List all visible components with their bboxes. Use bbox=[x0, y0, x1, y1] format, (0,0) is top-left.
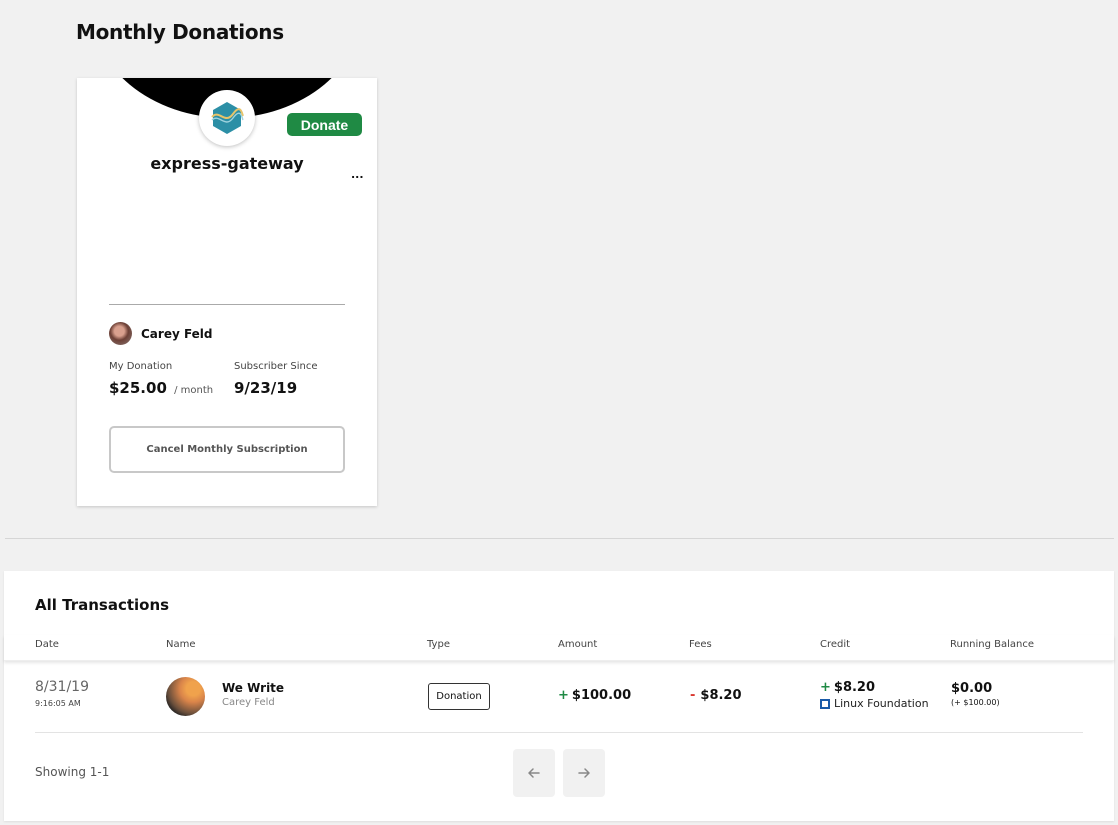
linux-foundation-icon bbox=[820, 698, 830, 709]
amount-value: $100.00 bbox=[571, 688, 632, 703]
column-header-name[interactable]: Name bbox=[166, 639, 196, 650]
column-header-running-balance[interactable]: Running Balance bbox=[950, 639, 1034, 650]
transaction-date: 8/31/19 bbox=[35, 679, 89, 695]
donation-card: Donate express-gateway ... Carey Feld My… bbox=[77, 78, 377, 506]
row-avatar-cell bbox=[166, 677, 205, 716]
transaction-sub-name: Carey Feld bbox=[222, 697, 275, 708]
balance-cell: $0.00 (+ $100.00) bbox=[951, 681, 1000, 707]
avatar bbox=[109, 322, 132, 345]
my-donation-amount: $25.00 bbox=[109, 379, 167, 397]
donate-button[interactable]: Donate bbox=[287, 113, 362, 136]
section-divider bbox=[5, 538, 1114, 539]
column-header-credit[interactable]: Credit bbox=[820, 639, 850, 650]
my-donation-value: $25.00 / month bbox=[109, 379, 213, 397]
org-name[interactable]: express-gateway bbox=[77, 154, 377, 173]
row-divider bbox=[35, 732, 1083, 733]
credit-sign: + bbox=[820, 680, 831, 695]
my-donation-label: My Donation bbox=[109, 361, 173, 372]
type-badge: Donation bbox=[428, 683, 490, 710]
subscriber-since-value: 9/23/19 bbox=[234, 379, 298, 397]
transactions-title: All Transactions bbox=[35, 596, 170, 614]
more-menu-icon[interactable]: ... bbox=[351, 168, 364, 181]
table-row[interactable]: 8/31/19 9:16:05 AM We Write Carey Feld D… bbox=[4, 663, 1114, 733]
arrow-right-icon bbox=[578, 768, 590, 778]
express-gateway-logo-icon bbox=[211, 102, 244, 134]
transaction-time: 9:16:05 AM bbox=[35, 699, 81, 708]
donor-name: Carey Feld bbox=[141, 326, 213, 341]
next-page-button[interactable] bbox=[563, 749, 605, 797]
amount-cell: + $100.00 bbox=[558, 688, 631, 703]
previous-page-button[interactable] bbox=[513, 749, 555, 797]
subscriber-since-label: Subscriber Since bbox=[234, 361, 318, 372]
donor: Carey Feld bbox=[109, 322, 213, 345]
amount-sign: + bbox=[558, 688, 569, 703]
arrow-left-icon bbox=[528, 768, 540, 778]
credit-org-name: Linux Foundation bbox=[834, 697, 929, 710]
balance-delta: (+ $100.00) bbox=[951, 698, 1000, 707]
fees-cell: - $8.20 bbox=[690, 688, 742, 703]
balance-value: $0.00 bbox=[951, 681, 993, 696]
fees-sign: - bbox=[690, 688, 696, 703]
avatar bbox=[166, 677, 205, 716]
page-title: Monthly Donations bbox=[76, 20, 284, 44]
showing-count: Showing 1-1 bbox=[35, 765, 110, 779]
my-donation-period: / month bbox=[174, 385, 214, 396]
column-header-amount[interactable]: Amount bbox=[558, 639, 597, 650]
date-cell: 8/31/19 9:16:05 AM bbox=[35, 679, 89, 708]
transaction-name[interactable]: We Write bbox=[222, 681, 284, 695]
column-header-type[interactable]: Type bbox=[427, 639, 450, 650]
type-cell: Donation bbox=[428, 683, 490, 710]
fees-value: $8.20 bbox=[700, 688, 742, 703]
cancel-subscription-button[interactable]: Cancel Monthly Subscription bbox=[109, 426, 345, 473]
transactions-panel: All Transactions Date Name Type Amount F… bbox=[4, 571, 1114, 821]
credit-org[interactable]: Linux Foundation bbox=[820, 697, 929, 710]
credit-cell: + $8.20 Linux Foundation bbox=[820, 680, 929, 710]
org-logo bbox=[199, 90, 255, 146]
table-header: Date Name Type Amount Fees Credit Runnin… bbox=[4, 635, 1114, 661]
column-header-fees[interactable]: Fees bbox=[689, 639, 712, 650]
name-cell: We Write Carey Feld bbox=[222, 681, 284, 708]
column-header-date[interactable]: Date bbox=[35, 639, 59, 650]
card-divider bbox=[109, 304, 345, 305]
credit-value: $8.20 bbox=[833, 680, 876, 695]
